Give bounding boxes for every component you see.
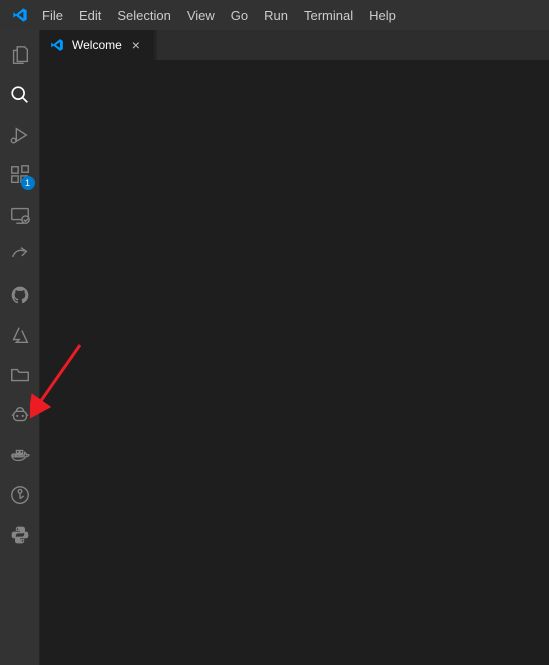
remote-icon [9, 204, 31, 229]
python-icon [10, 525, 30, 548]
menu-edit[interactable]: Edit [71, 0, 109, 30]
editor-area: Welcome × [40, 30, 549, 665]
extensions-button[interactable]: 1 [0, 156, 40, 196]
share-icon [9, 244, 31, 269]
files-icon [9, 44, 31, 69]
tab-bar-fill [157, 30, 549, 60]
debug-icon [9, 124, 31, 149]
python-button[interactable] [0, 516, 40, 556]
github-icon [10, 285, 30, 308]
remote-explorer-button[interactable] [0, 196, 40, 236]
activity-bar: 1 [0, 30, 40, 665]
vscode-logo-icon [50, 37, 66, 53]
extensions-badge: 1 [21, 176, 35, 190]
tab-label: Welcome [72, 38, 122, 52]
menu-file[interactable]: File [34, 0, 71, 30]
azure-icon [9, 324, 31, 349]
azure-button[interactable] [0, 316, 40, 356]
copilot-icon [9, 404, 31, 429]
gitlens-button[interactable] [0, 476, 40, 516]
search-button[interactable] [0, 76, 40, 116]
github-button[interactable] [0, 276, 40, 316]
docker-icon [9, 444, 31, 469]
project-button[interactable] [0, 356, 40, 396]
tab-bar: Welcome × [40, 30, 549, 60]
menu-go[interactable]: Go [223, 0, 256, 30]
docker-button[interactable] [0, 436, 40, 476]
share-button[interactable] [0, 236, 40, 276]
editor-body [40, 60, 549, 665]
folder-icon [9, 364, 31, 389]
menu-terminal[interactable]: Terminal [296, 0, 361, 30]
tab-welcome[interactable]: Welcome × [40, 30, 155, 60]
run-debug-button[interactable] [0, 116, 40, 156]
copilot-button[interactable] [0, 396, 40, 436]
explorer-button[interactable] [0, 36, 40, 76]
menu-run[interactable]: Run [256, 0, 296, 30]
search-icon [9, 84, 31, 109]
gitlens-icon [9, 484, 31, 509]
vscode-logo-icon [6, 7, 34, 23]
menu-selection[interactable]: Selection [109, 0, 178, 30]
menu-bar: File Edit Selection View Go Run Terminal… [0, 0, 549, 30]
menu-help[interactable]: Help [361, 0, 404, 30]
menu-view[interactable]: View [179, 0, 223, 30]
tab-close-button[interactable]: × [128, 37, 144, 53]
close-icon: × [132, 38, 140, 52]
